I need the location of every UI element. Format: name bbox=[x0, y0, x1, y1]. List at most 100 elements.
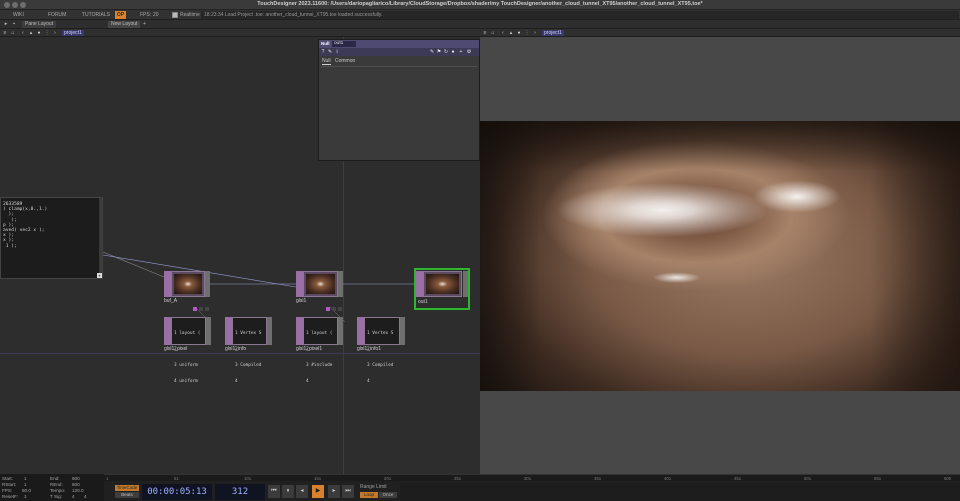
node-output-rail[interactable] bbox=[338, 271, 343, 297]
wiki-link[interactable]: WIKI bbox=[13, 11, 24, 19]
frame-display[interactable]: 312 bbox=[215, 484, 265, 500]
timecode-display[interactable]: 00:00:05:13 bbox=[142, 484, 212, 500]
tutorials-link[interactable]: TUTORIALS bbox=[82, 11, 110, 19]
python-icon[interactable]: ✎ bbox=[327, 49, 333, 55]
fps-value[interactable]: 20 bbox=[153, 11, 159, 19]
flag-icon[interactable]: ⚑ bbox=[436, 49, 442, 55]
node-buf-a[interactable]: buf_A bbox=[164, 271, 210, 304]
node-output-rail[interactable] bbox=[400, 317, 405, 345]
node-input-rail[interactable] bbox=[357, 317, 364, 345]
tab-common[interactable]: Common bbox=[335, 58, 355, 64]
node-label[interactable]: glsl1_pixel1 bbox=[296, 346, 322, 352]
node-output-rail[interactable] bbox=[206, 317, 211, 345]
home-icon[interactable]: ⌂ bbox=[10, 30, 16, 36]
viewer-pin-icon[interactable]: ● bbox=[516, 30, 522, 36]
textport-panel[interactable]: 2633589 ) clamp(x,0.,1.) ); ); p ); aved… bbox=[0, 197, 103, 279]
up-icon[interactable]: ▴ bbox=[28, 30, 34, 36]
viewer-path[interactable]: project1 bbox=[542, 30, 564, 36]
viewer-menu-icon[interactable]: ≡ bbox=[482, 30, 488, 36]
forward-icon[interactable]: › bbox=[52, 30, 58, 36]
node-input-rail[interactable] bbox=[416, 271, 423, 297]
node-label[interactable]: glsl1_pixel bbox=[164, 346, 187, 352]
comment-icon[interactable]: ● bbox=[450, 49, 456, 55]
node-input-rail[interactable] bbox=[164, 317, 171, 345]
viewer-list-icon[interactable]: ⋮ bbox=[524, 30, 530, 36]
viewer-back-icon[interactable]: ‹ bbox=[500, 30, 506, 36]
pane-menu-icon[interactable]: ▸ bbox=[3, 21, 9, 27]
end-value[interactable]: 600 bbox=[72, 476, 80, 481]
node-label[interactable]: glsl1_info bbox=[225, 346, 246, 352]
viewer-home-icon[interactable]: ⌂ bbox=[490, 30, 496, 36]
pin-icon[interactable]: ● bbox=[36, 30, 42, 36]
tab-null[interactable]: Null bbox=[322, 58, 331, 65]
node-input-rail[interactable] bbox=[225, 317, 232, 345]
play-button[interactable]: ▶ bbox=[312, 485, 324, 498]
node-glsl1-info1[interactable]: 1 Vertex S 2 3 Compiled 4 glsl1_info1 bbox=[357, 317, 405, 384]
node-viewer-toggle-icon[interactable] bbox=[326, 307, 330, 311]
node-output-rail[interactable] bbox=[338, 317, 343, 345]
node-output-rail[interactable] bbox=[205, 271, 210, 297]
viewer-forward-icon[interactable]: › bbox=[532, 30, 538, 36]
node-input-rail[interactable] bbox=[164, 271, 171, 297]
pause-button[interactable]: ⏸ bbox=[282, 485, 294, 498]
node-input-rail[interactable] bbox=[296, 317, 303, 345]
node-viewer-toggle-icon[interactable] bbox=[193, 307, 197, 311]
tsig-value-b[interactable]: 4 bbox=[84, 494, 87, 499]
list-icon[interactable]: ⋮ bbox=[44, 30, 50, 36]
step-back-button[interactable]: ◂ bbox=[296, 485, 308, 498]
beats-mode-button[interactable]: Beats bbox=[115, 492, 139, 498]
gear-icon[interactable]: ⚙ bbox=[466, 49, 472, 55]
op-name-field[interactable]: out1 bbox=[332, 41, 356, 47]
tsig-value-a[interactable]: 4 bbox=[72, 494, 75, 499]
loop-button[interactable]: Loop bbox=[360, 492, 378, 498]
once-button[interactable]: Once bbox=[379, 492, 397, 498]
tab-new-layout[interactable]: New Layout bbox=[108, 21, 141, 28]
network-path[interactable]: project1 bbox=[62, 30, 84, 36]
timeline-ruler[interactable]: 1 51 101 151 201 251 301 351 401 451 501… bbox=[104, 474, 960, 481]
step-forward-button[interactable]: ▸ bbox=[328, 485, 340, 498]
parameter-pane[interactable]: Null out1 ? ✎ i ✎ ⚑ ↻ ● + ⚙ Null Common bbox=[318, 39, 480, 161]
timecode-mode-button[interactable]: TimeCode bbox=[115, 485, 139, 491]
tempo-value[interactable]: 120.0 bbox=[72, 488, 84, 493]
add-layout-button[interactable]: + bbox=[140, 21, 149, 28]
node-cook-icon[interactable] bbox=[332, 307, 336, 311]
realtime-checkbox[interactable] bbox=[172, 12, 178, 18]
textport-scrollbar[interactable] bbox=[99, 198, 102, 278]
pane-split-icon[interactable]: ▪ bbox=[11, 21, 17, 27]
back-icon[interactable]: ‹ bbox=[20, 30, 26, 36]
forum-link[interactable]: FORUM bbox=[48, 11, 66, 19]
node-bypass-icon[interactable] bbox=[205, 307, 209, 311]
node-output-rail[interactable] bbox=[463, 271, 468, 297]
node-label[interactable]: glsl1 bbox=[296, 298, 306, 304]
node-input-rail[interactable] bbox=[296, 271, 303, 297]
fps-value[interactable]: 60.0 bbox=[22, 488, 31, 493]
add-icon[interactable]: + bbox=[458, 49, 464, 55]
node-label[interactable]: buf_A bbox=[164, 298, 177, 304]
refresh-icon[interactable]: ↻ bbox=[443, 49, 449, 55]
start-value[interactable]: 1 bbox=[24, 476, 27, 481]
node-output-rail[interactable] bbox=[267, 317, 272, 345]
node-glsl1-pixel1[interactable]: 1 layout ( 2 3 #include 4 glsl1_pixel1 bbox=[296, 317, 343, 384]
op-snippets-button[interactable]: OP bbox=[115, 11, 126, 19]
node-label[interactable]: glsl1_info1 bbox=[357, 346, 381, 352]
node-glsl1-pixel[interactable]: 1 layout ( 2 3 uniform 4 uniform glsl1_p… bbox=[164, 317, 211, 384]
node-cook-icon[interactable] bbox=[199, 307, 203, 311]
rend-value[interactable]: 600 bbox=[72, 482, 80, 487]
timeline-track[interactable] bbox=[400, 483, 960, 501]
node-glsl1-info[interactable]: 1 Vertex S 2 3 Compiled 4 glsl1_info bbox=[225, 317, 272, 384]
edit-icon[interactable]: ✎ bbox=[429, 49, 435, 55]
end-button[interactable]: ⏭ bbox=[342, 485, 354, 498]
textport-resize-icon[interactable]: + bbox=[97, 273, 102, 278]
tab-pane-layout[interactable]: Pane Layout bbox=[22, 21, 57, 28]
resetf-value[interactable]: 1 bbox=[24, 494, 27, 499]
viewer-up-icon[interactable]: ▴ bbox=[508, 30, 514, 36]
network-menu-icon[interactable]: ≡ bbox=[2, 30, 8, 36]
info-icon[interactable]: i bbox=[334, 49, 340, 55]
node-glsl1[interactable]: glsl1 bbox=[296, 271, 343, 304]
node-out1[interactable]: out1 bbox=[414, 268, 470, 310]
rewind-button[interactable]: ⏮ bbox=[268, 485, 280, 498]
help-icon[interactable]: ? bbox=[320, 49, 326, 55]
node-bypass-icon[interactable] bbox=[338, 307, 342, 311]
node-label[interactable]: out1 bbox=[418, 299, 428, 305]
rstart-value[interactable]: 1 bbox=[24, 482, 27, 487]
